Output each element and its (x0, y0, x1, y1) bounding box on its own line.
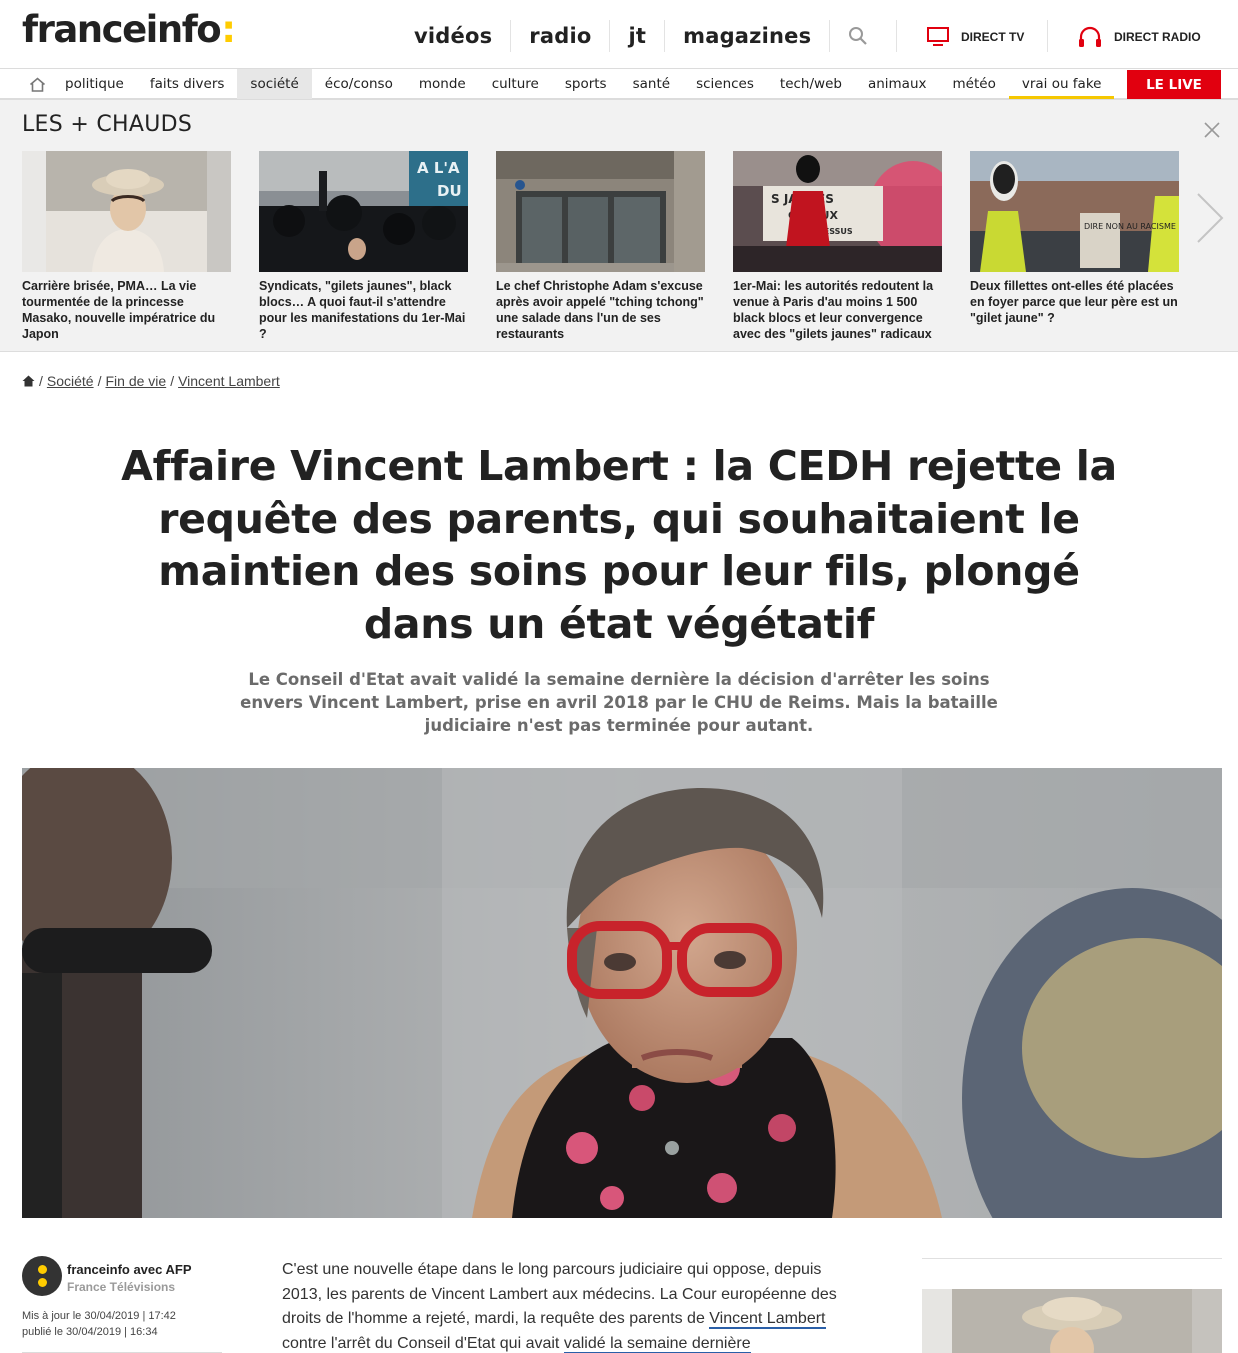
tv-icon (927, 27, 949, 46)
nav-videos[interactable]: vidéos (396, 20, 512, 52)
sidebar-thumbnail[interactable] (922, 1289, 1222, 1353)
trending-thumbnail (496, 151, 705, 272)
category-eco-conso[interactable]: éco/conso (312, 69, 406, 99)
breadcrumb-separator: / (97, 373, 102, 389)
trending-caption: Carrière brisée, PMA… La vie tourmentée … (22, 279, 216, 341)
main-nav: vidéos radio jt magazines (396, 20, 831, 52)
home-icon (29, 76, 45, 92)
logo-colon: : (221, 8, 236, 51)
trending-caption: Syndicats, "gilets jaunes", black blocs…… (259, 279, 466, 341)
nav-magazines[interactable]: magazines (665, 20, 831, 52)
direct-radio-link[interactable]: DIRECT RADIO (1078, 22, 1201, 52)
sign-text: DU (437, 182, 462, 200)
article-text: contre l'arrêt du Conseil d'Etat qui ava… (282, 1334, 564, 1352)
article-link-validation[interactable]: validé la semaine dernière (563, 1334, 751, 1353)
avatar (22, 1256, 62, 1296)
author-organization: France Télévisions (67, 1280, 176, 1294)
article-lead: Le Conseil d'Etat avait validé la semain… (240, 670, 998, 735)
breadcrumb-societe[interactable]: Société (47, 373, 94, 389)
article-hero-image (22, 768, 1222, 1218)
home-icon[interactable] (22, 375, 35, 387)
headphones-icon (1079, 26, 1101, 47)
breadcrumb-separator: / (170, 373, 175, 389)
category-animaux[interactable]: animaux (855, 69, 940, 99)
nav-jt[interactable]: jt (610, 20, 666, 52)
category-culture[interactable]: culture (479, 69, 552, 99)
article-dates: Mis à jour le 30/04/2019 | 17:42 publié … (22, 1308, 176, 1340)
live-button[interactable]: LE LIVE (1127, 70, 1221, 99)
home-button[interactable] (22, 69, 52, 99)
category-sports[interactable]: sports (552, 69, 620, 99)
site-header: franceinfo: vidéos radio jt magazines DI… (0, 0, 1238, 68)
direct-tv-label: DIRECT TV (961, 30, 1025, 44)
category-links: politique faits divers société éco/conso… (52, 69, 1115, 99)
franceinfo-logo[interactable]: franceinfo: (22, 8, 236, 52)
trending-thumbnail: DIRE NON AU RACISME (970, 151, 1179, 272)
direct-radio-label: DIRECT RADIO (1114, 30, 1201, 44)
chevron-right-icon[interactable] (1195, 192, 1225, 244)
author-name: franceinfo avec AFP (67, 1262, 192, 1277)
article-body: C'est une nouvelle étape dans le long pa… (282, 1258, 862, 1353)
trending-card[interactable]: A L'A DU Syndicats, "gilets jaunes", bla… (259, 151, 468, 342)
direct-tv-link[interactable]: DIRECT TV (927, 22, 1024, 52)
trending-caption: Le chef Christophe Adam s'excuse après a… (496, 279, 704, 341)
trending-caption: Deux fillettes ont-elles été placées en … (970, 279, 1178, 325)
breadcrumb-fin-de-vie[interactable]: Fin de vie (105, 373, 166, 389)
trending-thumbnail: A L'A DU (259, 151, 468, 272)
logo-dot (38, 1278, 47, 1287)
header-divider (896, 20, 897, 52)
sidebar-divider (922, 1258, 1222, 1259)
trending-title: LES + CHAUDS (22, 112, 193, 137)
article-link-vincent-lambert[interactable]: Vincent Lambert (709, 1310, 826, 1329)
trending-caption: 1er-Mai: les autorités redoutent la venu… (733, 279, 934, 341)
category-faits-divers[interactable]: faits divers (137, 69, 238, 99)
header-divider (1047, 20, 1048, 52)
sign-text: A L'A (417, 159, 460, 177)
trending-card[interactable]: Le chef Christophe Adam s'excuse après a… (496, 151, 705, 342)
breadcrumb-separator: / (39, 373, 43, 389)
category-sante[interactable]: santé (620, 69, 683, 99)
logo-dot (38, 1265, 47, 1274)
sign-text: DIRE NON AU RACISME (1084, 222, 1176, 231)
trending-card[interactable]: S JAUNES GEREUX HIER DESSUS 1er-Mai: les… (733, 151, 942, 342)
updated-date: Mis à jour le 30/04/2019 | 17:42 (22, 1310, 176, 1322)
article-title: Affaire Vincent Lambert : la CEDH rejett… (121, 442, 1117, 648)
category-sciences[interactable]: sciences (683, 69, 767, 99)
breadcrumb: / Société / Fin de vie / Vincent Lambert (22, 373, 280, 389)
category-meteo[interactable]: météo (940, 69, 1009, 99)
category-monde[interactable]: monde (406, 69, 479, 99)
close-icon[interactable] (1202, 120, 1222, 140)
trending-card[interactable]: Carrière brisée, PMA… La vie tourmentée … (22, 151, 231, 342)
search-icon (849, 27, 867, 45)
category-politique[interactable]: politique (52, 69, 137, 99)
trending-section: LES + CHAUDS Carrière brisée, PMA… La vi… (0, 100, 1238, 352)
category-societe[interactable]: société (237, 69, 312, 99)
category-nav: politique faits divers société éco/conso… (0, 68, 1238, 100)
published-date: publié le 30/04/2019 | 16:34 (22, 1326, 158, 1338)
category-tech-web[interactable]: tech/web (767, 69, 855, 99)
nav-radio[interactable]: radio (511, 20, 611, 52)
search-button[interactable] (838, 20, 878, 52)
trending-thumbnail: S JAUNES GEREUX HIER DESSUS (733, 151, 942, 272)
breadcrumb-vincent-lambert[interactable]: Vincent Lambert (178, 373, 280, 389)
category-vrai-ou-fake[interactable]: vrai ou fake (1008, 69, 1115, 99)
trending-card[interactable]: DIRE NON AU RACISME Deux fillettes ont-e… (970, 151, 1179, 326)
logo-text: franceinfo (22, 8, 222, 51)
trending-thumbnail (22, 151, 231, 272)
